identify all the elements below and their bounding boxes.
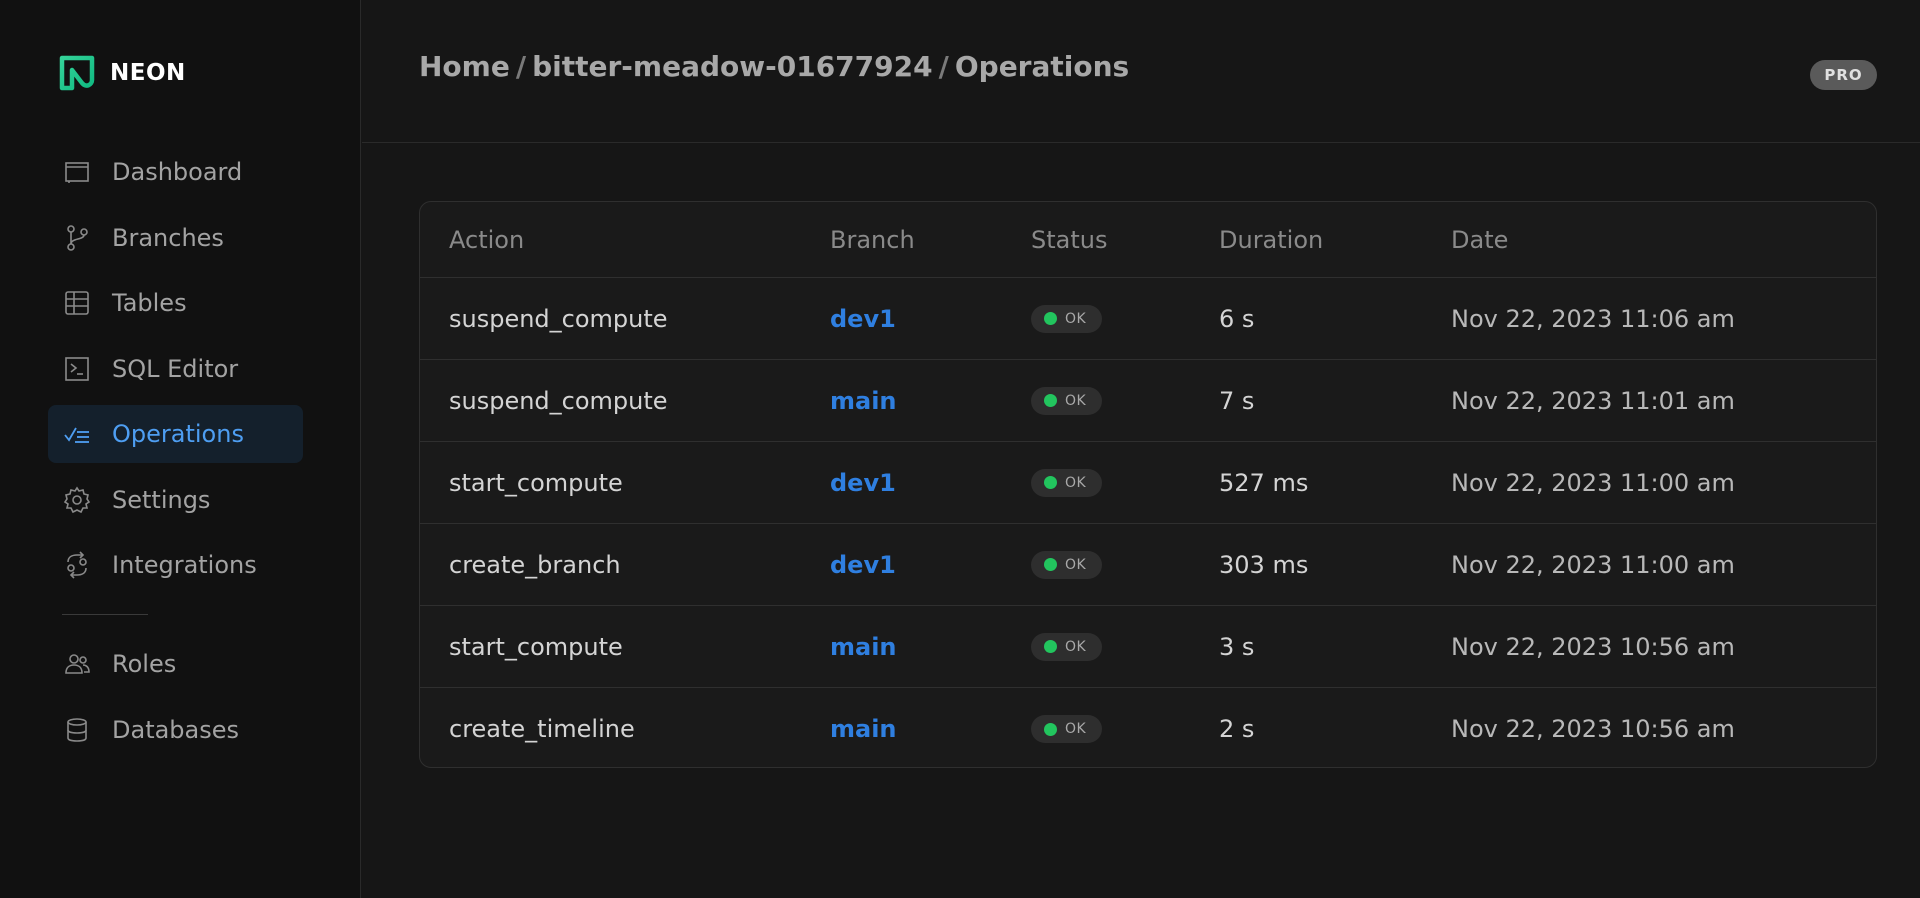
sidebar-item-operations[interactable]: Operations [48, 405, 303, 463]
table-row: start_compute dev1 OK 527 ms Nov 22, 202… [420, 442, 1876, 524]
duration-cell: 7 s [1219, 386, 1255, 415]
gear-icon [62, 485, 92, 515]
status-badge: OK [1031, 386, 1102, 415]
action-cell: create_timeline [449, 715, 635, 743]
table-row: create_branch dev1 OK 303 ms Nov 22, 202… [420, 524, 1876, 606]
status-ok-dot [1044, 312, 1057, 325]
status-ok-dot [1044, 640, 1057, 653]
date-cell: Nov 22, 2023 10:56 am [1451, 715, 1735, 743]
sidebar-item-label: Operations [112, 420, 244, 448]
date-cell: Nov 22, 2023 11:06 am [1451, 304, 1735, 333]
column-header-action: Action [449, 225, 525, 254]
column-header-status: Status [1031, 225, 1108, 254]
status-badge: OK [1031, 715, 1102, 743]
sidebar: NEON Dashboard Branches Tables SQL Edito… [0, 0, 361, 898]
column-header-duration: Duration [1219, 225, 1324, 254]
sidebar-item-label: Roles [112, 650, 177, 678]
breadcrumb-project[interactable]: bitter-meadow-01677924 [532, 50, 933, 83]
users-icon [62, 649, 92, 679]
sidebar-divider [62, 614, 148, 615]
dashboard-icon [62, 157, 92, 187]
action-cell: suspend_compute [449, 386, 668, 415]
breadcrumb-separator: / [938, 50, 949, 83]
action-cell: create_branch [449, 550, 621, 579]
branch-link[interactable]: dev1 [830, 469, 896, 497]
sidebar-item-label: Branches [112, 223, 224, 252]
status-ok-dot [1044, 722, 1057, 736]
branch-link[interactable]: main [830, 715, 897, 743]
operations-table: Action Branch Status Duration Date suspe… [419, 201, 1877, 768]
status-label: OK [1065, 721, 1087, 737]
sidebar-item-databases[interactable]: Databases [48, 701, 303, 759]
table-header: Action Branch Status Duration Date [420, 202, 1876, 278]
table-row: suspend_compute main OK 7 s Nov 22, 2023… [420, 360, 1876, 442]
status-label: OK [1065, 474, 1087, 491]
sidebar-item-integrations[interactable]: Integrations [48, 536, 303, 594]
status-ok-dot [1044, 476, 1057, 489]
sidebar-item-branches[interactable]: Branches [48, 209, 303, 267]
integrations-icon [62, 550, 92, 580]
date-cell: Nov 22, 2023 11:00 am [1451, 550, 1735, 579]
breadcrumb-home[interactable]: Home [419, 50, 510, 83]
sidebar-item-label: Settings [112, 485, 211, 514]
date-cell: Nov 22, 2023 11:01 am [1451, 386, 1735, 415]
duration-cell: 303 ms [1219, 550, 1309, 579]
duration-cell: 3 s [1219, 632, 1255, 661]
sidebar-item-label: Integrations [112, 551, 257, 579]
duration-cell: 2 s [1219, 715, 1255, 743]
sidebar-item-settings[interactable]: Settings [48, 471, 303, 529]
sidebar-nav: Dashboard Branches Tables SQL Editor Ope… [48, 143, 303, 766]
status-ok-dot [1044, 558, 1057, 571]
breadcrumb-current: Operations [954, 50, 1130, 83]
status-ok-dot [1044, 394, 1057, 407]
date-cell: Nov 22, 2023 11:00 am [1451, 468, 1735, 497]
status-badge: OK [1031, 632, 1102, 661]
action-cell: start_compute [449, 632, 623, 661]
status-label: OK [1065, 638, 1087, 655]
status-label: OK [1065, 310, 1087, 327]
sidebar-item-label: Tables [112, 289, 187, 317]
breadcrumb-separator: / [515, 50, 527, 83]
status-label: OK [1065, 556, 1087, 573]
sidebar-item-roles[interactable]: Roles [48, 635, 303, 693]
database-icon [62, 715, 92, 745]
operations-icon [62, 419, 92, 449]
branch-link[interactable]: main [830, 387, 897, 415]
brand-name: NEON [110, 60, 186, 86]
sidebar-item-label: Databases [112, 715, 240, 744]
neon-logo-icon [59, 55, 95, 91]
sidebar-item-dashboard[interactable]: Dashboard [48, 143, 303, 201]
branch-link[interactable]: dev1 [830, 305, 896, 333]
date-cell: Nov 22, 2023 10:56 am [1451, 632, 1735, 661]
table-icon [62, 288, 92, 318]
plan-badge: PRO [1810, 60, 1877, 90]
page-header: Home / bitter-meadow-01677924/Operations P… [362, 0, 1920, 143]
sidebar-item-label: Dashboard [112, 158, 243, 186]
sidebar-item-label: SQL Editor [112, 354, 239, 383]
branch-link[interactable]: dev1 [830, 551, 896, 579]
duration-cell: 527 ms [1219, 468, 1309, 497]
duration-cell: 6 s [1219, 304, 1255, 333]
status-badge: OK [1031, 468, 1102, 497]
sidebar-item-tables[interactable]: Tables [48, 274, 303, 332]
table-row: create_timeline main OK 2 s Nov 22, 2023… [420, 688, 1876, 767]
neon-logo[interactable]: NEON [58, 54, 186, 92]
table-row: start_compute main OK 3 s Nov 22, 2023 1… [420, 606, 1876, 688]
breadcrumb: Home / bitter-meadow-01677924/Operations [419, 50, 1129, 83]
column-header-branch: Branch [830, 225, 915, 254]
branch-link[interactable]: main [830, 633, 897, 661]
table-row: suspend_compute dev1 OK 6 s Nov 22, 2023… [420, 278, 1876, 360]
branch-icon [62, 223, 92, 253]
status-label: OK [1065, 392, 1087, 409]
action-cell: suspend_compute [449, 304, 668, 333]
status-badge: OK [1031, 304, 1102, 333]
status-badge: OK [1031, 550, 1102, 579]
column-header-date: Date [1451, 225, 1509, 254]
sidebar-item-sql-editor[interactable]: SQL Editor [48, 340, 303, 398]
action-cell: start_compute [449, 468, 623, 497]
terminal-icon [62, 354, 92, 384]
